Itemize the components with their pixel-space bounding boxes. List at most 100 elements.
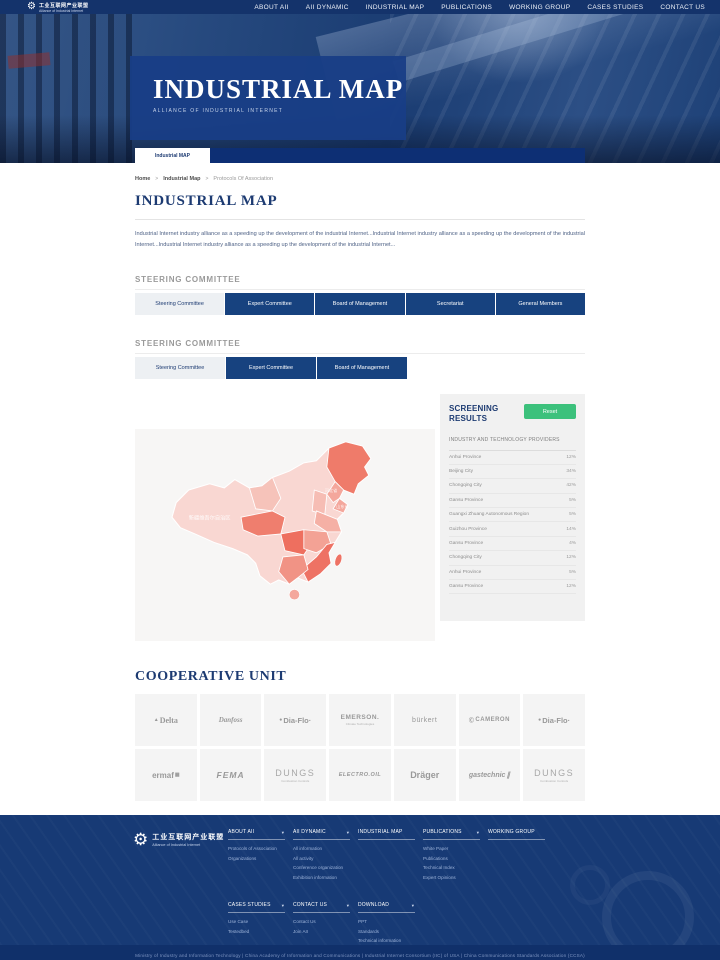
footer-link-white-paper[interactable]: White Paper: [423, 846, 480, 851]
partner-logo-fema[interactable]: FEMA: [200, 749, 262, 801]
gear-logo-icon: ⚙: [133, 831, 148, 848]
footer-link-technical-index[interactable]: Technical Index: [423, 865, 480, 870]
tab-general-members[interactable]: General Members: [496, 293, 585, 315]
footer-link-technical-information[interactable]: Technical information: [358, 938, 415, 943]
footer-link-organizations[interactable]: Organizations: [228, 856, 285, 861]
province-value: 34%: [566, 469, 576, 474]
footer-link-all-information[interactable]: All information: [293, 846, 350, 851]
gear-watermark-icon: [570, 865, 610, 905]
nav-item-contact-us[interactable]: CONTACT US: [660, 4, 705, 11]
footer-link-conference[interactable]: Conference organization: [293, 865, 350, 870]
partner-logo-emerson[interactable]: EMERSON. Climate Technologies: [329, 694, 391, 746]
footer-logo[interactable]: ⚙ 工业互联网产业联盟 Alliance of Industrial Inter…: [133, 831, 224, 848]
footer-link-standards[interactable]: Standards: [358, 929, 415, 934]
footer-col-header[interactable]: AII DYNAMIC ▼: [293, 829, 350, 840]
breadcrumb-separator: >: [155, 176, 158, 182]
partner-logo-dia-flo-2[interactable]: ●Dia-Flo·: [523, 694, 585, 746]
screening-row[interactable]: Gansu Province 12%: [449, 580, 576, 594]
screening-results-panel: SCREENING RESULTS Reset INDUSTRY AND TEC…: [440, 394, 585, 621]
footer-link-exhibition[interactable]: Exhibition information: [293, 875, 350, 880]
partner-logo-dia-flo[interactable]: ●Dia-Flo·: [264, 694, 326, 746]
logo-subtext: Climate Technologies: [346, 722, 374, 726]
partner-logo-grid: ▲Delta Danfoss ●Dia-Flo· EMERSON. Climat…: [135, 694, 585, 801]
screening-row[interactable]: Anhui Province 5%: [449, 566, 576, 580]
partner-logo-dungs-2[interactable]: DUNGS Combustion Controls: [523, 749, 585, 801]
partner-logo-electro-oil[interactable]: ELECTRO.OIL: [329, 749, 391, 801]
footer-col-publications: PUBLICATIONS ▼ White Paper Publications …: [423, 829, 480, 880]
chevron-down-icon: ▼: [346, 903, 350, 908]
footer-link-testedbed[interactable]: Testedbed: [228, 929, 285, 934]
footer-link-join-aii[interactable]: Join AII: [293, 929, 350, 934]
logo-text: gastechnic: [469, 772, 506, 779]
logo-text: DUNGS: [534, 768, 574, 778]
map-label-shandong: 山东省: [336, 503, 349, 509]
screening-row[interactable]: Guangxi Zhuang Autonomous Region 5%: [449, 508, 576, 522]
footer-col-header[interactable]: INDUSTRIAL MAP: [358, 829, 415, 840]
footer-link-all-activity[interactable]: All activity: [293, 856, 350, 861]
footer-col-header[interactable]: PUBLICATIONS ▼: [423, 829, 480, 840]
partner-logo-delta[interactable]: ▲Delta: [135, 694, 197, 746]
tab-expert-committee-2[interactable]: Expert Committee: [226, 357, 316, 379]
footer-link-ppt[interactable]: PPT: [358, 919, 415, 924]
screening-row[interactable]: Gansu Province 5%: [449, 494, 576, 508]
footer-col-title: AII DYNAMIC: [293, 829, 326, 835]
partner-logo-ermaf[interactable]: ermaf▦: [135, 749, 197, 801]
footer-col-header[interactable]: CONTACT US ▼: [293, 902, 350, 913]
footer-link-publications[interactable]: Publications: [423, 856, 480, 861]
tab-board-of-management-2[interactable]: Board of Management: [317, 357, 407, 379]
nav-item-working-group[interactable]: WORKING GROUP: [509, 4, 570, 11]
footer-link-contact-us[interactable]: Contact Us: [293, 919, 350, 924]
footer-link-protocols[interactable]: Protocols of Association: [228, 846, 285, 851]
gear-logo-icon: ⚙: [27, 2, 36, 12]
tab-steering-committee[interactable]: Steering Committee: [135, 293, 224, 315]
footer-link-use-case[interactable]: Use Case: [228, 919, 285, 924]
screening-row[interactable]: Beijing City 34%: [449, 465, 576, 479]
chevron-down-icon: ▼: [476, 830, 480, 835]
nav-menu: ABOUT AII AII DYNAMIC INDUSTRIAL MAP PUB…: [254, 4, 705, 11]
screening-row[interactable]: Guizhou Province 14%: [449, 522, 576, 536]
partner-logo-drager[interactable]: Dräger: [394, 749, 456, 801]
screening-row[interactable]: Anhui Province 12%: [449, 451, 576, 465]
map-label-xinjiang: 新疆维吾尔自治区: [189, 513, 231, 521]
footer-link-expert-opinions[interactable]: Expert Opinions: [423, 875, 480, 880]
screening-row[interactable]: Chongqing City 42%: [449, 479, 576, 493]
logo-text: DUNGS: [275, 768, 315, 778]
screening-row[interactable]: Chongqing City 12%: [449, 551, 576, 565]
footer-col-header[interactable]: WORKING GROUP: [488, 829, 545, 840]
breadcrumb-separator: >: [205, 176, 208, 182]
tab-steering-committee-2[interactable]: Steering Committee: [135, 357, 225, 379]
tab-board-of-management[interactable]: Board of Management: [315, 293, 404, 315]
chevron-down-icon: ▼: [411, 903, 415, 908]
breadcrumb-home[interactable]: Home: [135, 176, 150, 182]
partner-logo-dungs[interactable]: DUNGS Combustion Controls: [264, 749, 326, 801]
breadcrumb-industrial-map[interactable]: Industrial Map: [163, 176, 200, 182]
footer-col-header[interactable]: CASES STUDIES ▼: [228, 902, 285, 913]
partner-logo-gastechnic[interactable]: gastechnic∥: [459, 749, 521, 801]
dot-icon: ●: [538, 717, 541, 723]
nav-item-aii-dynamic[interactable]: AII DYNAMIC: [306, 4, 349, 11]
partner-logo-cameron[interactable]: ⒸCAMERON: [459, 694, 521, 746]
reset-button[interactable]: Reset: [524, 404, 576, 419]
steering-committee-heading-2: STEERING COMMITTEE: [135, 339, 585, 354]
footer-col-header[interactable]: DOWNLOAD ▼: [358, 902, 415, 913]
site-logo[interactable]: ⚙ 工业互联网产业联盟 Alliance of Industrial Inter…: [27, 2, 88, 13]
screening-row[interactable]: Gansu Province 4%: [449, 537, 576, 551]
province-value: 12%: [566, 455, 576, 460]
hero-tab-industrial-map[interactable]: Industrial MAP: [135, 148, 210, 163]
partner-logo-danfoss[interactable]: Danfoss: [200, 694, 262, 746]
footer-columns-row1: ABOUT AII ▼ Protocols of Association Org…: [228, 829, 545, 880]
footer-logo-chinese: 工业互联网产业联盟: [152, 832, 224, 842]
province-name: Chongqing City: [449, 483, 482, 488]
footer-col-working-group: WORKING GROUP: [488, 829, 545, 880]
nav-item-publications[interactable]: PUBLICATIONS: [441, 4, 492, 11]
dot-icon: ●: [279, 717, 282, 723]
nav-item-industrial-map[interactable]: INDUSTRIAL MAP: [366, 4, 425, 11]
nav-item-cases-studies[interactable]: CASES STUDIES: [587, 4, 643, 11]
tab-secretariat[interactable]: Secretariat: [406, 293, 495, 315]
nav-item-about-aii[interactable]: ABOUT AII: [254, 4, 288, 11]
tab-expert-committee[interactable]: Expert Committee: [225, 293, 314, 315]
gear-watermark-icon: [602, 871, 694, 945]
footer-col-header[interactable]: ABOUT AII ▼: [228, 829, 285, 840]
china-map[interactable]: 新疆维吾尔自治区 河北省 山东省: [135, 429, 435, 641]
partner-logo-burkert[interactable]: bürkert: [394, 694, 456, 746]
